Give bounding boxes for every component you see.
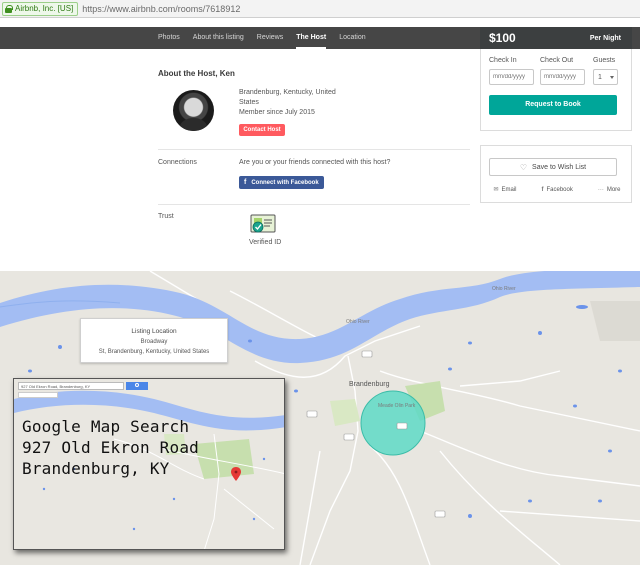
host-section: About the Host, Ken Brandenburg, Kentuck… xyxy=(0,49,470,271)
annotation-line-3: Brandenburg, KY xyxy=(22,459,170,478)
host-member-since: Member since July 2015 xyxy=(239,109,315,116)
annotation-line-1: Google Map Search xyxy=(22,417,190,436)
connections-label: Connections xyxy=(158,159,197,166)
info-title: Listing Location xyxy=(131,328,177,335)
share-email-link[interactable]: ✉ Email xyxy=(493,186,517,194)
host-location-line-1: Brandenburg, Kentucky, United xyxy=(239,89,336,96)
handwritten-annotation: Google Map Search 927 Old Ekron Road Bra… xyxy=(22,416,199,479)
tab-photos[interactable]: Photos xyxy=(158,27,180,49)
facebook-icon: f xyxy=(244,179,247,186)
verified-id-label: Verified ID xyxy=(249,239,282,246)
share-facebook-link[interactable]: f Facebook xyxy=(542,186,573,193)
nightly-price: $100 xyxy=(489,31,516,45)
tab-location[interactable]: Location xyxy=(339,27,365,49)
check-in-label: Check In xyxy=(489,57,517,64)
guests-value: 1 xyxy=(598,73,602,81)
address-bar[interactable]: Airbnb, Inc. [US] https://www.airbnb.com… xyxy=(0,0,640,18)
envelope-icon: ✉ xyxy=(493,187,499,193)
connect-facebook-label: Connect with Facebook xyxy=(251,179,319,186)
info-address: St, Brandenburg, Kentucky, United States xyxy=(98,349,210,355)
chevron-down-icon xyxy=(610,75,614,79)
share-email-label: Email xyxy=(501,186,517,193)
tab-about-listing[interactable]: About this listing xyxy=(193,27,244,49)
river-label-2: Ohio River xyxy=(346,319,370,325)
secure-label: Airbnb, Inc. [US] xyxy=(15,4,74,13)
listing-info-window: Listing Location Broadway St, Brandenbur… xyxy=(80,318,228,363)
booking-panel: Check In Check Out Guests 1 Request to B… xyxy=(480,49,632,131)
inset-search-box: 927 Old Ekron Road, Brandenburg, KY xyxy=(18,382,124,390)
trust-label: Trust xyxy=(158,213,174,220)
check-out-label: Check Out xyxy=(540,57,574,64)
share-more-link[interactable]: ··· More xyxy=(598,186,621,193)
host-location-line-2: States xyxy=(239,99,259,106)
check-out-input[interactable] xyxy=(540,69,585,85)
host-avatar[interactable] xyxy=(173,90,214,131)
share-more-label: More xyxy=(606,186,621,193)
town-label: Brandenburg xyxy=(349,381,390,388)
tab-the-host[interactable]: The Host xyxy=(296,27,326,49)
connect-facebook-button[interactable]: f Connect with Facebook xyxy=(239,176,324,189)
share-panel: ♡ Save to Wish List ✉ Email f Facebook ·… xyxy=(480,145,632,203)
river-label-1: Ohio River xyxy=(492,286,516,292)
request-to-book-button[interactable]: Request to Book xyxy=(489,95,617,115)
inset-result-box xyxy=(18,392,58,398)
guests-select[interactable]: 1 xyxy=(593,69,618,85)
connections-question: Are you or your friends connected with t… xyxy=(239,159,391,166)
check-in-input[interactable] xyxy=(489,69,534,85)
facebook-icon: f xyxy=(541,186,544,193)
location-map[interactable]: Ohio River Ohio River Brandenburg Meade … xyxy=(0,271,640,565)
tab-reviews[interactable]: Reviews xyxy=(257,27,283,49)
url-text[interactable]: https://www.airbnb.com/rooms/7618912 xyxy=(82,4,240,14)
verified-id-icon xyxy=(250,214,276,233)
host-title: About the Host, Ken xyxy=(158,69,235,78)
divider xyxy=(158,204,470,205)
annotation-line-2: 927 Old Ekron Road xyxy=(22,438,199,457)
park-label: Meade Olin Park xyxy=(378,403,416,409)
contact-host-button[interactable]: Contact Host xyxy=(239,124,285,136)
more-dots-icon: ··· xyxy=(597,186,604,193)
info-street: Broadway xyxy=(140,339,168,345)
heart-icon: ♡ xyxy=(519,162,528,172)
price-header: $100 Per Night xyxy=(480,27,632,49)
save-to-wishlist-button[interactable]: ♡ Save to Wish List xyxy=(489,158,617,176)
nav-tabs: Photos About this listing Reviews The Ho… xyxy=(158,27,379,49)
share-facebook-label: Facebook xyxy=(546,186,573,193)
per-night-label: Per Night xyxy=(589,34,621,42)
search-icon xyxy=(135,383,139,387)
share-links: ✉ Email f Facebook ··· More xyxy=(481,186,633,194)
guests-label: Guests xyxy=(593,57,616,64)
lock-icon xyxy=(5,4,13,13)
divider xyxy=(158,149,470,150)
map-pin-icon xyxy=(231,467,241,481)
secure-indicator[interactable]: Airbnb, Inc. [US] xyxy=(2,1,79,16)
wishlist-label: Save to Wish List xyxy=(532,163,587,171)
